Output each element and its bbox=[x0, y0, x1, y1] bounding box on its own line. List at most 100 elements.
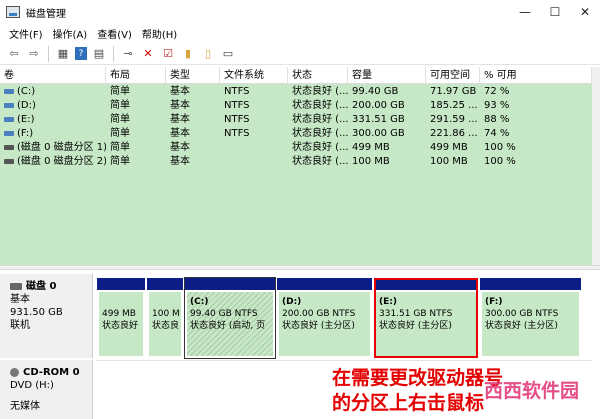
cell-capacity: 99.40 GB bbox=[352, 86, 399, 97]
column-percent-free[interactable]: % 可用 bbox=[480, 67, 592, 84]
table-row[interactable]: (C:) 简单 基本 NTFS 状态良好 (... 99.40 GB 71.97… bbox=[0, 85, 592, 99]
partition-recovery[interactable]: 499 MB 状态良好 bbox=[97, 278, 145, 358]
cell-filesystem bbox=[220, 155, 288, 169]
partition-c[interactable]: (C:) 99.40 GB NTFS 状态良好 (启动, 页 bbox=[184, 277, 276, 359]
partition-size: 300.00 GB NTFS bbox=[485, 309, 559, 319]
disk-type: 基本 bbox=[10, 294, 30, 305]
partition-size: 200.00 GB NTFS bbox=[282, 309, 356, 319]
window-title: 磁盘管理 bbox=[26, 8, 66, 20]
cell-free-space: 291.59 ... bbox=[430, 114, 478, 125]
cdrom-icon bbox=[10, 367, 19, 377]
partition-system[interactable]: 100 M 状态良 bbox=[147, 278, 183, 358]
cdrom-media: 无媒体 bbox=[10, 401, 40, 412]
cell-percent-free: 88 % bbox=[484, 114, 510, 125]
volume-icon bbox=[4, 102, 14, 108]
cdrom-name: CD-ROM 0 bbox=[23, 367, 80, 378]
vertical-scrollbar[interactable] bbox=[592, 67, 600, 265]
close-button[interactable]: ✕ bbox=[570, 0, 600, 24]
menu-action[interactable]: 操作(A) bbox=[48, 26, 93, 41]
cell-layout: 简单 bbox=[110, 128, 130, 139]
cell-layout: 简单 bbox=[110, 100, 130, 111]
partition-f[interactable]: (F:) 300.00 GB NTFS 状态良好 (主分区) bbox=[480, 278, 581, 358]
forward-icon[interactable]: ⇨ bbox=[26, 46, 42, 62]
partition-size: 99.40 GB NTFS bbox=[190, 309, 258, 319]
cell-volume: (E:) bbox=[17, 114, 35, 125]
menu-view[interactable]: 查看(V) bbox=[92, 26, 137, 41]
cell-capacity: 499 MB bbox=[352, 142, 390, 153]
table-row[interactable]: (F:) 简单 基本 NTFS 状态良好 (... 300.00 GB 221.… bbox=[0, 127, 592, 141]
volume-icon bbox=[4, 130, 14, 136]
column-capacity[interactable]: 容量 bbox=[348, 67, 426, 84]
table-row[interactable]: (磁盘 0 磁盘分区 1) 简单 基本 状态良好 (... 499 MB 499… bbox=[0, 141, 592, 155]
cell-filesystem: NTFS bbox=[224, 86, 250, 97]
menu-file[interactable]: 文件(F) bbox=[4, 26, 48, 41]
partition-d[interactable]: (D:) 200.00 GB NTFS 状态良好 (主分区) bbox=[277, 278, 372, 358]
column-free-space[interactable]: 可用空间 bbox=[426, 67, 480, 84]
help-icon[interactable]: ? bbox=[75, 47, 87, 60]
column-type[interactable]: 类型 bbox=[166, 67, 220, 84]
cell-type: 基本 bbox=[170, 128, 190, 139]
column-status[interactable]: 状态 bbox=[288, 67, 348, 84]
cell-type: 基本 bbox=[170, 142, 190, 153]
cell-status: 状态良好 (... bbox=[292, 128, 348, 139]
cell-type: 基本 bbox=[170, 156, 190, 167]
site-watermark: 西西软件园 bbox=[484, 380, 580, 402]
cell-layout: 简单 bbox=[110, 114, 130, 125]
volume-list: (C:) 简单 基本 NTFS 状态良好 (... 99.40 GB 71.97… bbox=[0, 84, 592, 265]
cell-free-space: 185.25 ... bbox=[430, 100, 478, 111]
cell-percent-free: 72 % bbox=[484, 86, 510, 97]
cell-volume: (磁盘 0 磁盘分区 1) bbox=[17, 142, 106, 153]
instruction-annotation: 在需要更改驱动器号 的分区上右击鼠标 bbox=[332, 366, 503, 416]
cell-free-space: 499 MB bbox=[430, 142, 468, 153]
cell-percent-free: 74 % bbox=[484, 128, 510, 139]
partition-status: 状态良好 (主分区) bbox=[282, 321, 355, 331]
cell-percent-free: 100 % bbox=[484, 156, 516, 167]
table-row[interactable]: (D:) 简单 基本 NTFS 状态良好 (... 200.00 GB 185.… bbox=[0, 99, 592, 113]
disk-list-icon[interactable]: ▤ bbox=[91, 46, 107, 62]
annotation-line-2: 的分区上右击鼠标 bbox=[332, 392, 485, 414]
partition-size: 100 M bbox=[152, 309, 180, 319]
column-layout[interactable]: 布局 bbox=[106, 67, 166, 84]
disk-icon bbox=[10, 282, 22, 290]
properties-icon[interactable]: ▦ bbox=[55, 46, 71, 62]
disk-status: 联机 bbox=[10, 320, 30, 331]
cell-capacity: 331.51 GB bbox=[352, 114, 405, 125]
partition-status: 状态良好 bbox=[102, 321, 139, 331]
check-icon[interactable]: ☑ bbox=[160, 46, 176, 62]
title-bar: 磁盘管理 — ☐ ✕ bbox=[0, 0, 600, 24]
disk-management-icon bbox=[6, 6, 20, 18]
cell-volume: (磁盘 0 磁盘分区 2) bbox=[17, 156, 106, 167]
cell-free-space: 71.97 GB bbox=[430, 86, 477, 97]
cell-volume: (C:) bbox=[17, 86, 36, 97]
partition-name: (F:) bbox=[485, 297, 503, 307]
annotation-line-1: 在需要更改驱动器号 bbox=[332, 367, 504, 389]
connect-icon[interactable]: ⊸ bbox=[120, 46, 136, 62]
column-volume[interactable]: 卷 bbox=[0, 67, 106, 84]
table-row[interactable]: (磁盘 0 磁盘分区 2) 简单 基本 状态良好 (... 100 MB 100… bbox=[0, 155, 592, 169]
cdrom-label[interactable]: CD-ROM 0 DVD (H:) 无媒体 bbox=[0, 360, 93, 419]
cell-layout: 简单 bbox=[110, 86, 130, 97]
cdrom-drive: DVD (H:) bbox=[10, 380, 54, 391]
disk-0-label[interactable]: 磁盘 0 基本 931.50 GB 联机 bbox=[0, 274, 93, 358]
disk-size: 931.50 GB bbox=[10, 307, 63, 318]
volume-icon bbox=[4, 88, 14, 94]
explore-icon[interactable]: ▯ bbox=[200, 46, 216, 62]
partition-name: (C:) bbox=[190, 297, 209, 307]
partition-status: 状态良 bbox=[152, 321, 180, 331]
cell-status: 状态良好 (... bbox=[292, 86, 348, 97]
table-row[interactable]: (E:) 简单 基本 NTFS 状态良好 (... 331.51 GB 291.… bbox=[0, 113, 592, 127]
open-icon[interactable]: ▮ bbox=[180, 46, 196, 62]
column-filesystem[interactable]: 文件系统 bbox=[220, 67, 288, 84]
cell-capacity: 100 MB bbox=[352, 156, 390, 167]
settings-icon[interactable]: ▭ bbox=[220, 46, 236, 62]
maximize-button[interactable]: ☐ bbox=[540, 0, 570, 24]
delete-icon[interactable]: ✕ bbox=[140, 46, 156, 62]
cell-status: 状态良好 (... bbox=[292, 114, 348, 125]
toolbar: ⇦ ⇨ ▦ ? ▤ ⊸ ✕ ☑ ▮ ▯ ▭ bbox=[0, 43, 600, 65]
minimize-button[interactable]: — bbox=[510, 0, 540, 24]
partition-name: (D:) bbox=[282, 297, 302, 307]
menu-help[interactable]: 帮助(H) bbox=[137, 26, 182, 41]
back-icon[interactable]: ⇦ bbox=[6, 46, 22, 62]
cell-filesystem bbox=[220, 141, 288, 155]
cell-capacity: 200.00 GB bbox=[352, 100, 405, 111]
